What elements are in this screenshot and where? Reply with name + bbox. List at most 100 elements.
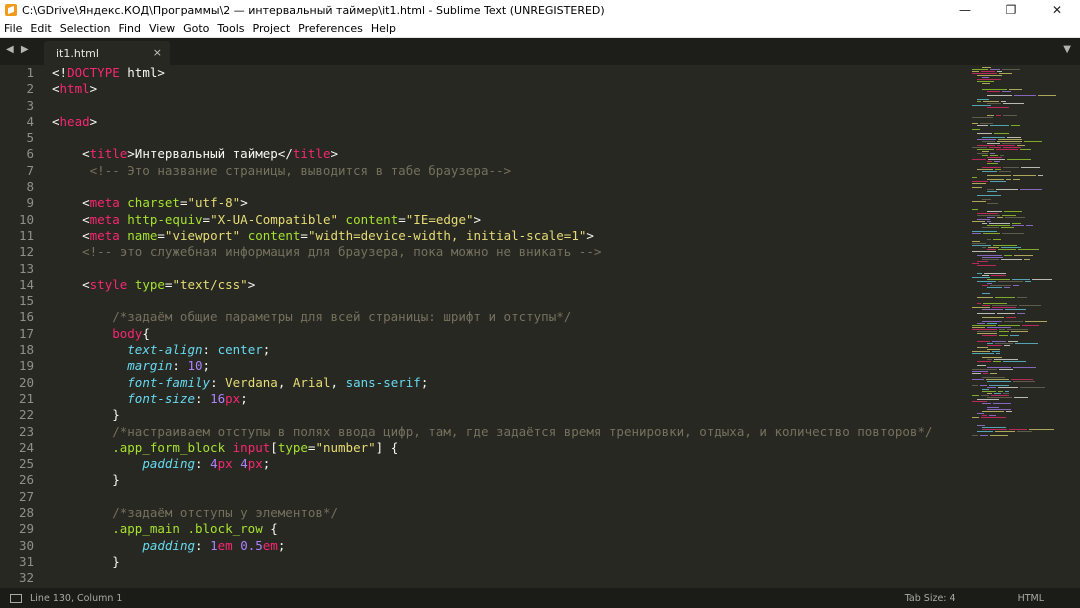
tab-nav-arrows-icon[interactable]: ◀ ▶ (6, 44, 31, 55)
minimap-line (1011, 125, 1020, 126)
close-window-button[interactable]: ✕ (1034, 0, 1080, 20)
minimap-line (972, 245, 991, 246)
code-line[interactable]: <html> (52, 81, 962, 97)
code-line[interactable]: <head> (52, 114, 962, 130)
minimap-line (977, 99, 989, 100)
minimap-line (987, 343, 993, 344)
code-line[interactable]: /*задаём отступы у элементов*/ (52, 505, 962, 521)
code-line[interactable]: } (52, 407, 962, 423)
line-number: 1 (26, 65, 34, 80)
minimap-line (1012, 279, 1030, 280)
line-number: 13 (18, 260, 34, 276)
menu-project[interactable]: Project (249, 22, 295, 35)
code-line[interactable] (52, 261, 962, 277)
menu-selection[interactable]: Selection (56, 22, 115, 35)
menu-preferences[interactable]: Preferences (294, 22, 367, 35)
code-line[interactable]: text-align: center; (52, 342, 962, 358)
tab-it1-html[interactable]: it1.html × (44, 41, 170, 65)
minimap-line (1013, 367, 1036, 368)
code-line[interactable]: <!DOCTYPE html> (52, 65, 962, 81)
minimap-line (982, 411, 1004, 412)
menu-goto[interactable]: Goto (179, 22, 213, 35)
code-line[interactable] (52, 179, 962, 195)
code-line[interactable]: font-family: Verdana, Arial, sans-serif; (52, 375, 962, 391)
code-line[interactable] (52, 130, 962, 146)
minimap-line (972, 187, 982, 188)
panel-toggle-icon[interactable] (10, 593, 22, 603)
minimap-line (977, 281, 996, 282)
code-token: : (195, 390, 211, 406)
minimap-line (1006, 317, 1016, 318)
code-token: < (52, 195, 90, 211)
code-line[interactable]: <title>Интервальный таймер</title> (52, 146, 962, 162)
code-area[interactable]: <!DOCTYPE html> <html> <head> <title>Интер… (52, 65, 962, 588)
menu-view[interactable]: View (145, 22, 179, 35)
code-token: 10 (187, 358, 203, 374)
tab-dropdown-icon[interactable]: ▼ (1063, 44, 1071, 55)
minimap-line (1001, 227, 1014, 228)
minimap-line (977, 399, 999, 400)
minimap[interactable] (970, 65, 1080, 588)
code-line[interactable]: font-size: 16px; (52, 391, 962, 407)
minimap-line (1004, 345, 1010, 346)
tab-close-icon[interactable]: × (153, 46, 162, 59)
code-token: padding (142, 537, 195, 553)
minimap-line (993, 403, 1011, 404)
code-token: : (210, 374, 226, 390)
minimap-line (977, 139, 996, 140)
code-line[interactable]: /*настраиваем отступы в полях ввода цифр… (52, 424, 962, 440)
tab-size-indicator[interactable]: Tab Size: 4 (905, 593, 956, 604)
menu-find[interactable]: Find (114, 22, 145, 35)
code-line[interactable]: margin: 10; (52, 358, 962, 374)
minimap-line (987, 95, 1012, 96)
menu-file[interactable]: File (0, 22, 26, 35)
code-line[interactable]: <meta name="viewport" content="width=dev… (52, 228, 962, 244)
code-editor[interactable]: 1 2 3 4 5 6 7 8 9 10 11 12 13 14 15 16 17 18 19 20 21 22 23 24 2… (0, 65, 1080, 588)
minimap-line (982, 357, 1002, 358)
syntax-indicator[interactable]: HTML (1018, 593, 1044, 604)
minimap-line (982, 83, 990, 84)
minimap-line (972, 117, 993, 118)
code-token: charset (127, 195, 180, 211)
code-line[interactable]: <style type="text/css"> (52, 277, 962, 293)
minimap-line (982, 223, 987, 224)
code-line[interactable] (52, 489, 962, 505)
menu-edit[interactable]: Edit (26, 22, 55, 35)
code-token: "X-UA-Compatible" (210, 211, 339, 227)
code-line[interactable]: <meta charset="utf-8"> (52, 195, 962, 211)
line-number: 23 (18, 423, 34, 439)
code-line[interactable]: <meta http-equiv="X-UA-Compatible" conte… (52, 212, 962, 228)
code-line[interactable]: } (52, 472, 962, 488)
minimap-line (977, 149, 994, 150)
minimap-line (1038, 95, 1056, 96)
minimap-line (987, 323, 997, 324)
code-line[interactable]: <!-- это служебная информация для браузе… (52, 244, 962, 260)
code-line[interactable]: .app_form_block input[type="number"] { (52, 440, 962, 456)
code-line[interactable]: } (52, 554, 962, 570)
code-line[interactable]: padding: 1em 0.5em; (52, 538, 962, 554)
maximize-button[interactable]: ❐ (988, 0, 1034, 20)
minimap-line (1002, 215, 1016, 216)
minimap-line (998, 281, 1023, 282)
minimap-line (990, 155, 998, 156)
minimap-line (1013, 179, 1020, 180)
minimap-line (992, 341, 1006, 342)
minimap-line (1004, 287, 1010, 288)
menu-tools[interactable]: Tools (213, 22, 248, 35)
minimap-line (977, 195, 1001, 196)
minimap-line (982, 137, 1005, 138)
minimap-line (1022, 325, 1039, 326)
code-token: > (247, 276, 256, 292)
code-token: px (217, 456, 233, 472)
code-line[interactable]: padding: 4px 4px; (52, 456, 962, 472)
code-line[interactable] (52, 570, 962, 586)
code-line[interactable]: .app_main .block_row { (52, 521, 962, 537)
code-line[interactable]: <!-- Это название страницы, выводится в … (52, 163, 962, 179)
code-line[interactable]: body{ (52, 326, 962, 342)
code-line[interactable]: /*задаём общие параметры для всей страни… (52, 309, 962, 325)
code-line[interactable] (52, 293, 962, 309)
code-line[interactable] (52, 98, 962, 114)
menu-help[interactable]: Help (367, 22, 400, 35)
minimize-button[interactable]: — (942, 0, 988, 20)
